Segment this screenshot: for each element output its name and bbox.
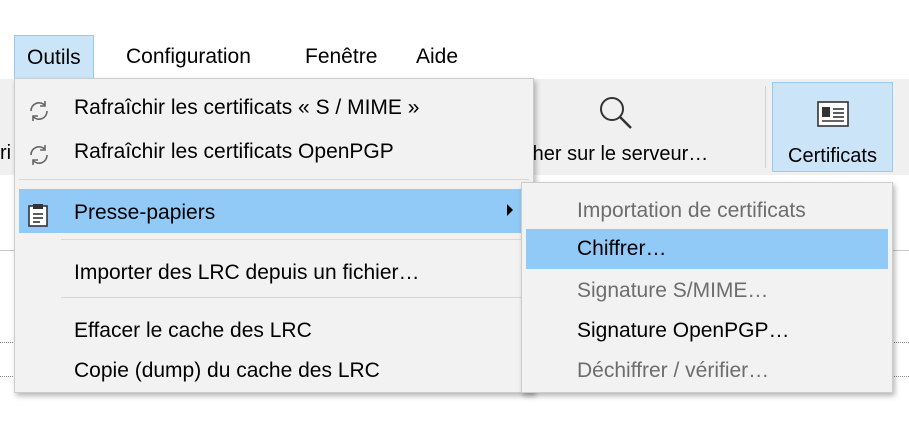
menu-configuration[interactable]: Configuration bbox=[114, 35, 263, 77]
refresh-icon bbox=[27, 141, 51, 181]
menu-item-label: Signature S/MIME… bbox=[577, 279, 769, 302]
menu-item-label: Importer des LRC depuis un fichier… bbox=[74, 261, 420, 284]
menu-fenetre[interactable]: Fenêtre bbox=[293, 35, 389, 77]
menu-item-refresh-openpgp[interactable]: Rafraîchir les certificats OpenPGP bbox=[19, 132, 529, 172]
menu-item-label: Déchiffrer / vérifier… bbox=[577, 359, 770, 382]
menu-item-refresh-smime[interactable]: Rafraîchir les certificats « S / MIME » bbox=[19, 88, 529, 128]
tools-menu: Rafraîchir les certificats « S / MIME » … bbox=[14, 78, 534, 393]
search-server-label: rcher sur le serveur… bbox=[516, 143, 709, 165]
toolbar-separator bbox=[765, 86, 766, 168]
menu-item-label: Chiffrer… bbox=[577, 237, 667, 260]
submenu-item-sign-openpgp[interactable]: Signature OpenPGP… bbox=[526, 311, 888, 351]
submenu-arrow-icon bbox=[507, 204, 513, 216]
menu-item-clipboard[interactable]: Presse-papiers bbox=[19, 189, 529, 233]
menu-item-label: Importation de certificats bbox=[577, 199, 806, 222]
clipboard-submenu: Importation de certificats Chiffrer… Sig… bbox=[521, 182, 893, 393]
id-card-icon bbox=[817, 101, 849, 132]
certificates-label: Certificats bbox=[788, 145, 877, 167]
menu-outils[interactable]: Outils bbox=[14, 35, 94, 78]
menu-item-clear-crl-cache[interactable]: Effacer le cache des LRC bbox=[19, 311, 529, 351]
certificates-button[interactable]: Certificats bbox=[772, 82, 893, 172]
submenu-item-decrypt-verify[interactable]: Déchiffrer / vérifier… bbox=[526, 351, 888, 391]
menu-item-label: Rafraîchir les certificats OpenPGP bbox=[74, 140, 394, 163]
refresh-icon bbox=[27, 97, 51, 137]
menu-separator bbox=[61, 239, 529, 240]
menu-item-label: Effacer le cache des LRC bbox=[74, 319, 312, 342]
menu-item-import-crl[interactable]: Importer des LRC depuis un fichier… bbox=[19, 253, 529, 293]
menu-separator bbox=[19, 179, 529, 180]
menu-item-label: Signature OpenPGP… bbox=[577, 319, 790, 342]
menu-item-dump-crl-cache[interactable]: Copie (dump) du cache des LRC bbox=[19, 351, 529, 391]
toolbar-partial-label[interactable]: ri bbox=[0, 142, 11, 165]
menu-aide[interactable]: Aide bbox=[404, 35, 470, 77]
submenu-item-sign-smime[interactable]: Signature S/MIME… bbox=[526, 271, 888, 311]
menu-item-label: Copie (dump) du cache des LRC bbox=[74, 359, 380, 382]
magnifier-icon bbox=[596, 93, 636, 138]
clipboard-icon bbox=[27, 197, 49, 245]
menu-item-label: Rafraîchir les certificats « S / MIME » bbox=[74, 96, 420, 119]
search-server-button[interactable]: rcher sur le serveur… bbox=[516, 79, 756, 175]
menu-item-label: Presse-papiers bbox=[74, 201, 216, 224]
menu-separator bbox=[61, 297, 529, 298]
submenu-item-encrypt[interactable]: Chiffrer… bbox=[526, 229, 888, 269]
submenu-item-import-certificates[interactable]: Importation de certificats bbox=[526, 191, 888, 231]
menu-bar: Outils Configuration Fenêtre Aide bbox=[0, 35, 909, 79]
